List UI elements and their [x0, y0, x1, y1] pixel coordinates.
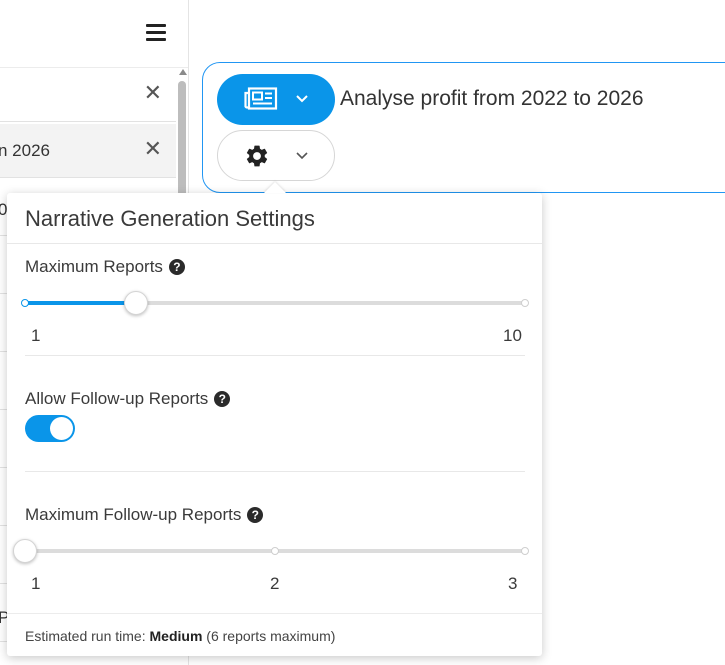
settings-button[interactable]	[217, 130, 335, 181]
chevron-down-icon	[296, 152, 308, 160]
newspaper-icon	[244, 87, 278, 110]
list-item-label: n 2026	[0, 141, 50, 160]
max-reports-label: Maximum Reports?	[25, 257, 185, 277]
max-followup-tick-label: 2	[270, 574, 280, 593]
app-root: ✕ n 2026 ✕ 02 C n P	[0, 0, 725, 665]
runtime-level: Medium	[149, 628, 203, 644]
help-icon[interactable]: ?	[214, 391, 231, 407]
slider-fill	[25, 301, 137, 305]
slider-stop-dot	[521, 547, 529, 555]
max-reports-min-label: 1	[31, 326, 41, 345]
runtime-suffix: (6 reports maximum)	[202, 628, 336, 644]
help-icon[interactable]: ?	[168, 259, 185, 275]
slider-stop-dot	[521, 299, 529, 307]
toggle-knob	[50, 417, 73, 440]
slider-stop-dot	[271, 547, 279, 555]
runtime-prefix: Estimated run time:	[25, 628, 150, 644]
popup-title: Narrative Generation Settings	[25, 206, 315, 231]
max-reports-label-text: Maximum Reports	[25, 257, 163, 276]
close-icon[interactable]: ✕	[144, 136, 162, 162]
list-item[interactable]: ✕	[0, 68, 176, 122]
query-bubble: Analyse profit from 2022 to 2026	[202, 62, 725, 193]
estimated-runtime: Estimated run time: Medium (6 reports ma…	[25, 628, 335, 644]
slider-thumb[interactable]	[124, 291, 149, 315]
allow-followup-toggle[interactable]	[25, 415, 75, 442]
max-followup-tick-label: 3	[508, 574, 518, 593]
max-followup-slider[interactable]	[13, 538, 529, 564]
close-icon[interactable]: ✕	[144, 80, 162, 106]
title-divider	[7, 243, 542, 244]
max-followup-label: Maximum Follow-up Reports?	[25, 505, 264, 525]
max-followup-label-text: Maximum Follow-up Reports	[25, 505, 242, 524]
allow-followup-label: Allow Follow-up Reports?	[25, 389, 231, 409]
scroll-up-arrow-icon[interactable]	[179, 69, 187, 75]
narrative-settings-popup: Narrative Generation Settings Maximum Re…	[7, 193, 542, 656]
popup-arrow	[264, 182, 286, 193]
chevron-down-icon	[296, 95, 308, 103]
allow-followup-label-text: Allow Follow-up Reports	[25, 389, 209, 408]
slider-stop-dot	[21, 299, 29, 307]
section-divider	[25, 471, 525, 472]
max-reports-max-label: 10	[503, 326, 522, 345]
max-reports-slider[interactable]	[21, 290, 529, 316]
gear-icon	[246, 145, 268, 167]
footer-divider	[7, 613, 542, 614]
help-icon[interactable]: ?	[247, 507, 264, 523]
list-item[interactable]: n 2026 ✕	[0, 124, 176, 178]
section-divider	[25, 355, 525, 356]
max-followup-tick-label: 1	[31, 574, 41, 593]
query-text: Analyse profit from 2022 to 2026	[340, 87, 644, 110]
hamburger-menu-icon[interactable]	[146, 24, 166, 41]
narrative-mode-button[interactable]	[217, 74, 335, 125]
slider-thumb[interactable]	[13, 539, 37, 563]
